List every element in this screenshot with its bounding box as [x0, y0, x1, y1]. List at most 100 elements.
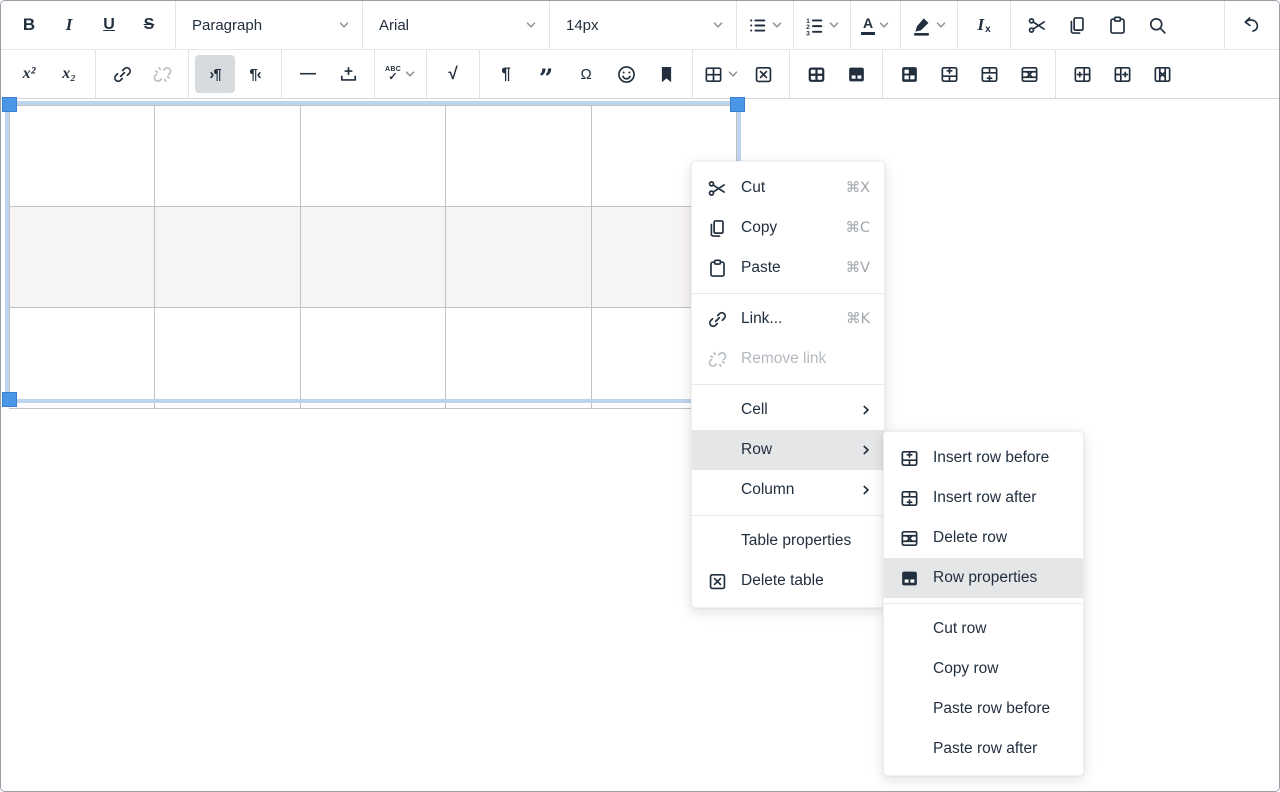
- cut-menu-item[interactable]: Cut⌘X: [692, 168, 884, 208]
- delete-column-button[interactable]: [1142, 55, 1182, 93]
- table-context-menu: Cut⌘XCopy⌘CPaste⌘VLink...⌘KRemove linkCe…: [691, 161, 885, 608]
- toolbar-group: [900, 1, 957, 49]
- delete-table-button[interactable]: [743, 55, 783, 93]
- insert-col-before-icon: [1072, 64, 1093, 85]
- paste-row-before-menu-item[interactable]: Paste row before: [884, 689, 1083, 729]
- link-menu-item[interactable]: Link...⌘K: [692, 299, 884, 339]
- table-cell[interactable]: [155, 308, 300, 409]
- text-color-glyph: A: [861, 15, 875, 34]
- table-cell[interactable]: [10, 106, 155, 207]
- table-properties-menu-item[interactable]: Table properties: [692, 521, 884, 561]
- ltr-button[interactable]: ›¶: [195, 55, 235, 93]
- horizontal-rule-button[interactable]: —: [288, 55, 328, 93]
- font-family-select[interactable]: Arial: [369, 6, 543, 44]
- italic-button[interactable]: I: [49, 6, 89, 44]
- table-cell[interactable]: [155, 106, 300, 207]
- table-resize-handle-top-left[interactable]: [2, 97, 17, 112]
- search-button[interactable]: [1137, 6, 1177, 44]
- insert-link-button[interactable]: [102, 55, 142, 93]
- copy-row-menu-item[interactable]: Copy row: [884, 649, 1083, 689]
- row-menu-item[interactable]: Row: [692, 430, 884, 470]
- emoji-icon: [616, 64, 637, 85]
- table-selection-line-left: [5, 101, 9, 403]
- insert-row-before-label: Insert row before: [933, 449, 1049, 467]
- emoji-button[interactable]: [606, 55, 646, 93]
- copy-button[interactable]: [1057, 6, 1097, 44]
- cut-shortcut: ⌘X: [846, 180, 870, 196]
- font-family-value: Arial: [379, 17, 409, 34]
- page-break-button[interactable]: [328, 55, 368, 93]
- table-resize-handle-bottom-left[interactable]: [2, 392, 17, 407]
- table-cell[interactable]: [446, 308, 591, 409]
- rtl-button[interactable]: ¶‹: [235, 55, 275, 93]
- scissors-icon: [1027, 15, 1048, 36]
- table-cell[interactable]: [155, 207, 300, 308]
- insert-row-before-menu-item[interactable]: Insert row before: [884, 438, 1083, 478]
- text-color-button[interactable]: A: [857, 6, 894, 44]
- highlight-color-button[interactable]: [907, 6, 951, 44]
- toolbar-group: [1010, 1, 1183, 49]
- remove-link-button: [142, 55, 182, 93]
- table-row: [10, 308, 737, 409]
- paragraph-format-select[interactable]: Paragraph: [182, 6, 356, 44]
- copy-menu-item[interactable]: Copy⌘C: [692, 208, 884, 248]
- insert-column-after-button[interactable]: [1102, 55, 1142, 93]
- table-cell[interactable]: [300, 207, 445, 308]
- insert-row-before-button[interactable]: [929, 55, 969, 93]
- bullet-list-button[interactable]: [743, 6, 787, 44]
- delete-row-button[interactable]: [1009, 55, 1049, 93]
- spellcheck-button[interactable]: ABC✓: [381, 55, 420, 93]
- insert-row-after-menu-item[interactable]: Insert row after: [884, 478, 1083, 518]
- superscript-button[interactable]: x²: [9, 55, 49, 93]
- table-cell[interactable]: [446, 207, 591, 308]
- table-cell[interactable]: [300, 106, 445, 207]
- horizontal-rule-glyph: —: [300, 65, 316, 83]
- clear-formatting-glyph2: x: [985, 24, 991, 35]
- undo-button[interactable]: [1231, 6, 1271, 44]
- cut-row-menu-item[interactable]: Cut row: [884, 609, 1083, 649]
- table-cell[interactable]: [10, 207, 155, 308]
- numbered-list-button[interactable]: 123: [800, 6, 844, 44]
- underline-button[interactable]: U: [89, 6, 129, 44]
- subscript-button[interactable]: x₂: [49, 55, 89, 93]
- clear-formatting-button[interactable]: Ix: [964, 6, 1004, 44]
- paste-menu-item[interactable]: Paste⌘V: [692, 248, 884, 288]
- editor-table[interactable]: [9, 105, 737, 409]
- paste-row-after-menu-item[interactable]: Paste row after: [884, 729, 1083, 769]
- paste-button[interactable]: [1097, 6, 1137, 44]
- row-properties-menu-item[interactable]: Row properties: [884, 558, 1083, 598]
- delete-table-menu-item[interactable]: Delete table: [692, 561, 884, 601]
- merge-cells-button[interactable]: [889, 55, 929, 93]
- column-menu-item[interactable]: Column: [692, 470, 884, 510]
- special-character-button[interactable]: Ω: [566, 55, 606, 93]
- toolbar-row-1: BIUS Paragraph Arial 14px 123 A Ix: [1, 1, 1279, 49]
- insert-table-button[interactable]: [699, 55, 743, 93]
- bookmark-button[interactable]: [646, 55, 686, 93]
- pilcrow-button[interactable]: ¶: [486, 55, 526, 93]
- row-properties-button[interactable]: [836, 55, 876, 93]
- formula-glyph: √: [448, 64, 457, 84]
- insert-column-before-button[interactable]: [1062, 55, 1102, 93]
- toolbar-group: [692, 50, 789, 98]
- bold-button[interactable]: B: [9, 6, 49, 44]
- cell-menu-item[interactable]: Cell: [692, 390, 884, 430]
- row-properties-icon: [897, 568, 921, 589]
- page-break-icon: [338, 64, 359, 85]
- blockquote-button[interactable]: ”: [526, 55, 566, 93]
- table-row: [10, 207, 737, 308]
- table-cell[interactable]: [300, 308, 445, 409]
- strikethrough-button[interactable]: S: [129, 6, 169, 44]
- formula-button[interactable]: √: [433, 55, 473, 93]
- insert-row-after-button[interactable]: [969, 55, 1009, 93]
- row-properties-label: Row properties: [933, 569, 1037, 587]
- cut-button[interactable]: [1017, 6, 1057, 44]
- cell-label: Cell: [741, 401, 768, 419]
- row-label: Row: [741, 441, 772, 459]
- delete-row-menu-item[interactable]: Delete row: [884, 518, 1083, 558]
- table-resize-handle-top-right[interactable]: [730, 97, 745, 112]
- cell-properties-button[interactable]: [796, 55, 836, 93]
- cut-row-label: Cut row: [933, 620, 986, 638]
- font-size-select[interactable]: 14px: [556, 6, 730, 44]
- table-cell[interactable]: [446, 106, 591, 207]
- table-cell[interactable]: [10, 308, 155, 409]
